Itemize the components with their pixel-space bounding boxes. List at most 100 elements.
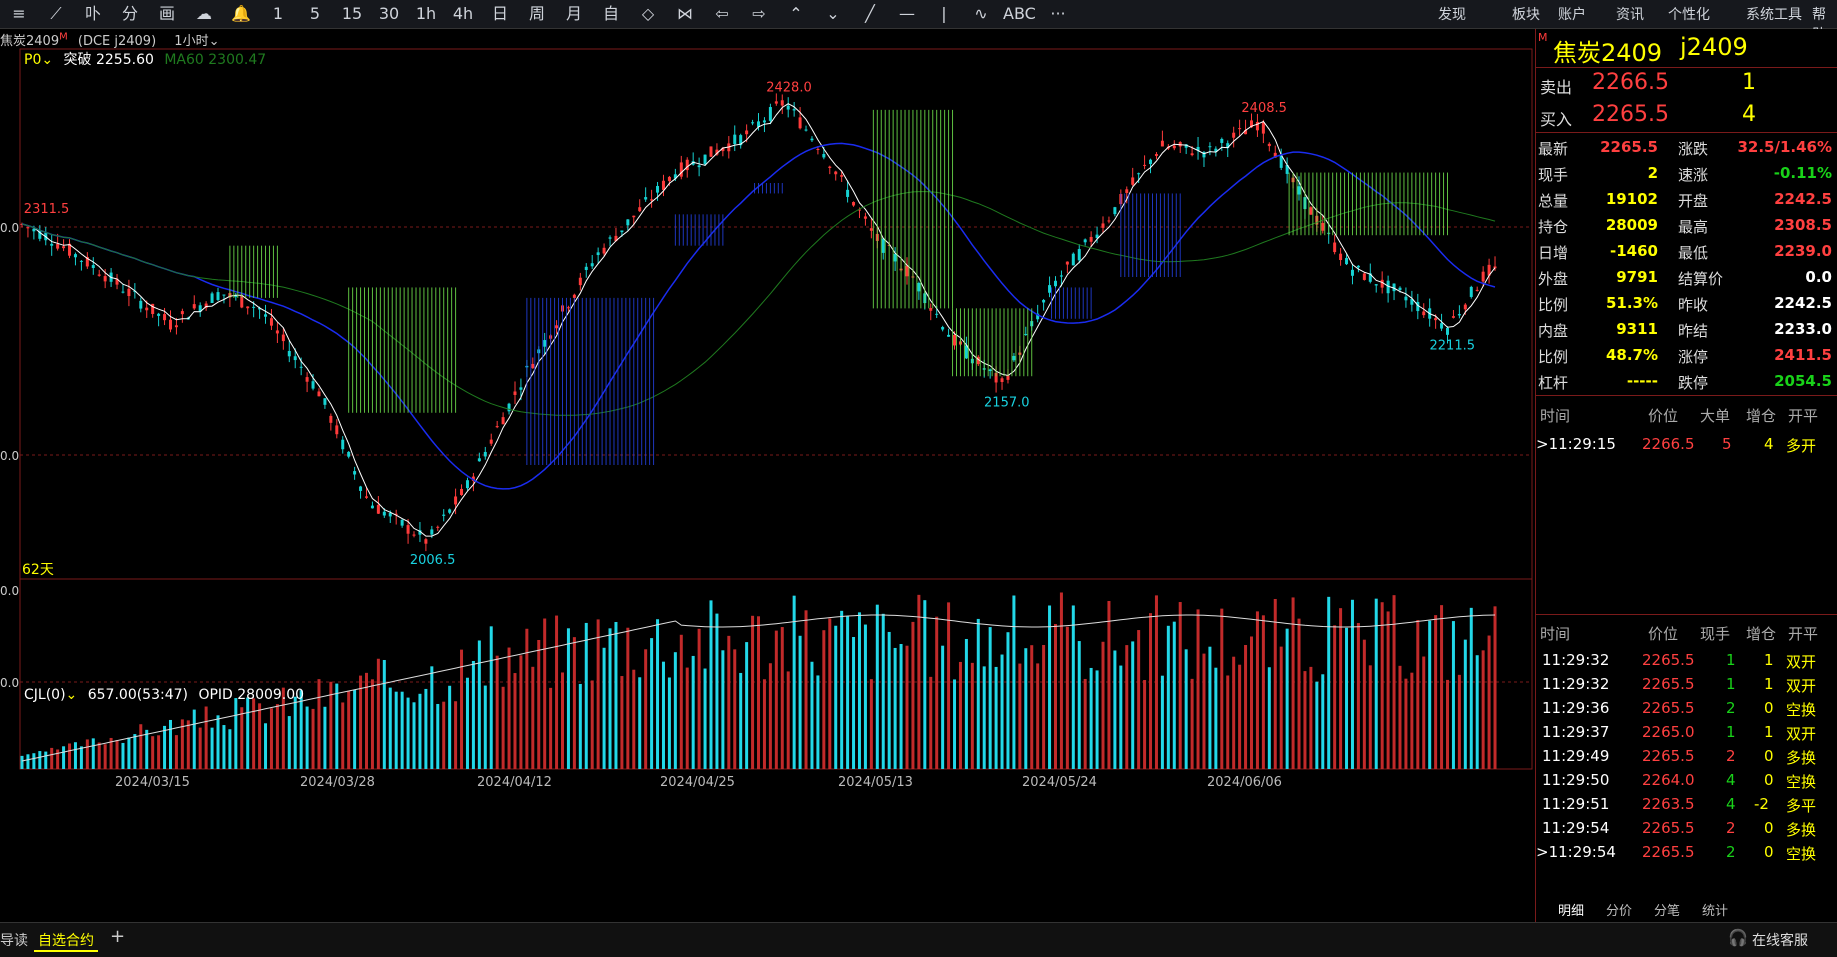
type: 空换 bbox=[1786, 701, 1817, 719]
candle bbox=[905, 265, 909, 277]
candle bbox=[638, 207, 642, 212]
toolbar-tool-11[interactable]: 1h bbox=[411, 3, 441, 25]
toolbar-tool-5[interactable]: ☁ bbox=[189, 3, 219, 25]
menu-4[interactable]: 个性化 bbox=[1668, 4, 1710, 24]
volume-bar bbox=[1119, 665, 1123, 769]
volume-bar bbox=[935, 616, 939, 769]
indicator-select[interactable]: P0 bbox=[24, 52, 41, 68]
toolbar-tool-27[interactable]: ABC bbox=[1003, 3, 1036, 25]
chart-area[interactable]: 0.0 0.0 0.0 0.0 2311.5 2006.5 2428.0 2157.0 2408… bbox=[0, 29, 1535, 922]
volume-bar bbox=[1030, 645, 1034, 769]
candle bbox=[103, 276, 107, 282]
volume-bar bbox=[697, 628, 701, 769]
volume-bar bbox=[1006, 632, 1010, 769]
ask-label: 卖出 bbox=[1540, 78, 1573, 97]
kline-chart[interactable]: 0.0 0.0 0.0 0.0 2311.5 2006.5 2428.0 2157.0 2408… bbox=[0, 29, 1535, 922]
candle bbox=[252, 306, 256, 308]
online-service-link[interactable]: 在线客服 bbox=[1752, 930, 1808, 950]
toolbar-tool-20[interactable]: ⇨ bbox=[744, 3, 774, 25]
toolbar-tool-16[interactable]: 自 bbox=[596, 3, 626, 25]
toolbar-tool-25[interactable]: | bbox=[929, 3, 959, 25]
toolbar-tool-3[interactable]: 分 bbox=[115, 3, 145, 25]
inc: 1 bbox=[1764, 723, 1774, 741]
toolbar-tool-7[interactable]: 1 bbox=[263, 3, 293, 25]
toolbar-tool-22[interactable]: ⌄ bbox=[818, 3, 848, 25]
candle bbox=[513, 391, 517, 395]
volume-bar bbox=[1089, 667, 1093, 769]
add-tab-button[interactable]: + bbox=[110, 926, 125, 947]
candle bbox=[697, 165, 701, 168]
toolbar-tool-21[interactable]: ⌃ bbox=[781, 3, 811, 25]
tick-row[interactable]: >11:29:54 2265.5 2 0 空换 bbox=[1536, 839, 1837, 867]
toolbar-tool-2[interactable]: 卟 bbox=[78, 3, 108, 25]
candle bbox=[620, 230, 624, 233]
candle bbox=[299, 366, 303, 368]
menu-5[interactable]: 系统工具 bbox=[1746, 4, 1802, 24]
candle bbox=[519, 387, 523, 390]
toolbar-tool-15[interactable]: 月 bbox=[559, 3, 589, 25]
extreme-price-label: 2428.0 bbox=[766, 81, 812, 96]
quote-row: 比例 48.7% 涨停 2411.5 bbox=[1536, 343, 1837, 369]
candle bbox=[400, 519, 404, 526]
toolbar-tool-9[interactable]: 15 bbox=[337, 3, 367, 25]
candle bbox=[388, 512, 392, 517]
candle bbox=[792, 109, 796, 111]
big-trade-row[interactable]: >11:29:15 2266.5 5 4 多开 bbox=[1536, 431, 1837, 459]
candle bbox=[216, 292, 220, 300]
candle bbox=[157, 313, 161, 316]
tab-watchlist[interactable]: 自选合约 bbox=[34, 930, 98, 952]
toolbar-tool-8[interactable]: 5 bbox=[300, 3, 330, 25]
toolbar-tool-19[interactable]: ⇦ bbox=[707, 3, 737, 25]
headset-icon[interactable]: 🎧 bbox=[1728, 928, 1748, 947]
volume-bar bbox=[869, 679, 873, 769]
time: 11:29:36 bbox=[1542, 699, 1610, 717]
chevron-down-icon[interactable]: ⌄ bbox=[209, 34, 220, 49]
volume-bar bbox=[786, 671, 790, 769]
candle bbox=[816, 149, 820, 151]
candle bbox=[1434, 318, 1438, 321]
volume-indicator-select[interactable]: CJL(0) bbox=[24, 687, 66, 703]
toolbar-tool-4[interactable]: 画 bbox=[152, 3, 182, 25]
volume-bar bbox=[1350, 599, 1354, 769]
period-select[interactable]: 1小时 bbox=[174, 34, 208, 49]
detail-tab-2[interactable]: 分笔 bbox=[1654, 900, 1680, 919]
volume-bar bbox=[1160, 675, 1164, 769]
candle bbox=[163, 314, 167, 321]
toolbar-tool-18[interactable]: ⋈ bbox=[670, 3, 700, 25]
toolbar-tool-14[interactable]: 周 bbox=[522, 3, 552, 25]
chevron-down-icon[interactable]: ⌄ bbox=[66, 687, 78, 703]
menu-1[interactable]: 板块 bbox=[1512, 4, 1540, 24]
instrument-name: 焦炭2409 bbox=[0, 34, 60, 49]
toolbar-tool-23[interactable]: ╱ bbox=[855, 3, 885, 25]
candle bbox=[1267, 143, 1271, 147]
stat-value: 2054.5 bbox=[1774, 372, 1832, 390]
volume-bar bbox=[661, 661, 665, 769]
stat-value: 48.7% bbox=[1605, 346, 1658, 364]
toolbar-tool-24[interactable]: — bbox=[892, 3, 922, 25]
menu-3[interactable]: 资讯 bbox=[1616, 4, 1644, 24]
toolbar-tool-6[interactable]: 🔔 bbox=[226, 3, 256, 25]
toolbar-tool-10[interactable]: 30 bbox=[374, 3, 404, 25]
volume-bar bbox=[97, 742, 101, 769]
menu-2[interactable]: 账户 bbox=[1558, 4, 1586, 24]
detail-tab-0[interactable]: 明细 bbox=[1558, 900, 1584, 919]
volume-bar bbox=[311, 708, 315, 769]
candle bbox=[234, 295, 238, 297]
toolbar-tool-17[interactable]: ◇ bbox=[633, 3, 663, 25]
volume-bar bbox=[798, 635, 802, 769]
menu-0[interactable]: 发现 bbox=[1438, 4, 1466, 24]
candle bbox=[1422, 311, 1426, 316]
toolbar-tool-13[interactable]: 日 bbox=[485, 3, 515, 25]
toolbar-tool-1[interactable]: ⟋ bbox=[41, 3, 71, 25]
detail-tab-1[interactable]: 分价 bbox=[1606, 900, 1632, 919]
toolbar-tool-0[interactable]: ≡ bbox=[4, 3, 34, 25]
chevron-down-icon[interactable]: ⌄ bbox=[41, 52, 53, 68]
toolbar-tool-28[interactable]: ··· bbox=[1043, 3, 1073, 25]
volume-bar bbox=[287, 716, 291, 769]
detail-tab-3[interactable]: 统计 bbox=[1702, 900, 1728, 919]
tab-guide[interactable]: 导读 bbox=[0, 930, 28, 950]
vol: 4 bbox=[1726, 771, 1736, 789]
volume-bar bbox=[264, 723, 268, 769]
toolbar-tool-26[interactable]: ∿ bbox=[966, 3, 996, 25]
toolbar-tool-12[interactable]: 4h bbox=[448, 3, 478, 25]
